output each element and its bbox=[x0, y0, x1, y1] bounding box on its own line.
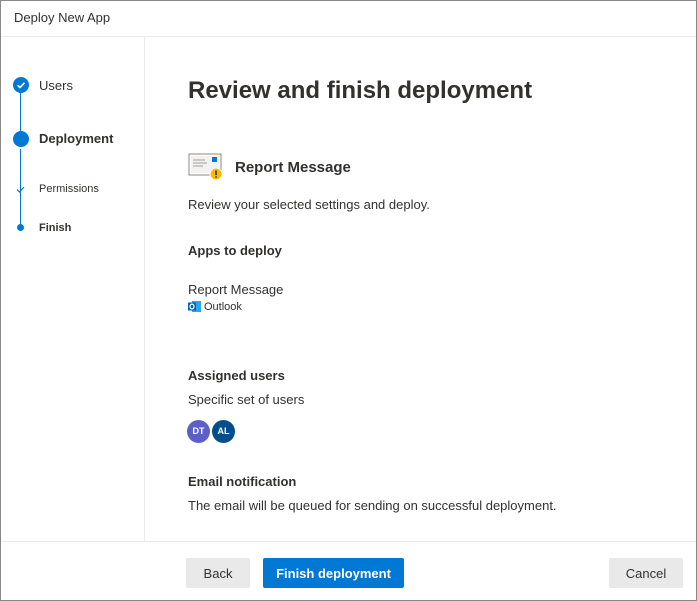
report-message-icon bbox=[188, 153, 223, 181]
dialog-footer: Back Finish deployment Cancel bbox=[1, 541, 696, 600]
back-button[interactable]: Back bbox=[186, 558, 250, 588]
apps-section-heading: Apps to deploy bbox=[188, 243, 282, 258]
wizard-steps: Users Deployment Permissions Finish bbox=[1, 37, 145, 541]
avatar[interactable]: AL bbox=[212, 420, 235, 443]
page-title: Review and finish deployment bbox=[188, 77, 533, 104]
app-name-heading: Report Message bbox=[235, 159, 351, 176]
cancel-button[interactable]: Cancel bbox=[609, 558, 683, 588]
outlook-icon bbox=[188, 301, 201, 312]
step-label: Deployment bbox=[39, 131, 114, 146]
deploy-dialog: Deploy New App Users Deployment Permissi… bbox=[0, 0, 697, 601]
step-label: Finish bbox=[39, 222, 72, 234]
current-step-dot bbox=[13, 131, 29, 147]
email-notification-value: The email will be queued for sending on … bbox=[188, 498, 557, 513]
dialog-title: Deploy New App bbox=[14, 10, 111, 25]
avatar[interactable]: DT bbox=[187, 420, 210, 443]
check-circle-icon bbox=[13, 77, 29, 93]
dialog-titlebar: Deploy New App bbox=[1, 1, 696, 37]
step-label: Users bbox=[39, 78, 73, 93]
app-to-deploy-name: Report Message bbox=[188, 282, 284, 297]
review-subtitle: Review your selected settings and deploy… bbox=[188, 197, 430, 212]
current-substep-dot bbox=[17, 224, 24, 231]
app-host-label: Outlook bbox=[204, 301, 242, 313]
main-content: Review and finish deployment Report Mess… bbox=[146, 37, 696, 541]
finish-deployment-button[interactable]: Finish deployment bbox=[263, 558, 404, 588]
users-section-heading: Assigned users bbox=[188, 368, 285, 383]
assigned-users-value: Specific set of users bbox=[188, 392, 305, 407]
check-icon bbox=[16, 186, 25, 193]
step-label: Permissions bbox=[39, 183, 99, 195]
email-section-heading: Email notification bbox=[188, 474, 297, 489]
